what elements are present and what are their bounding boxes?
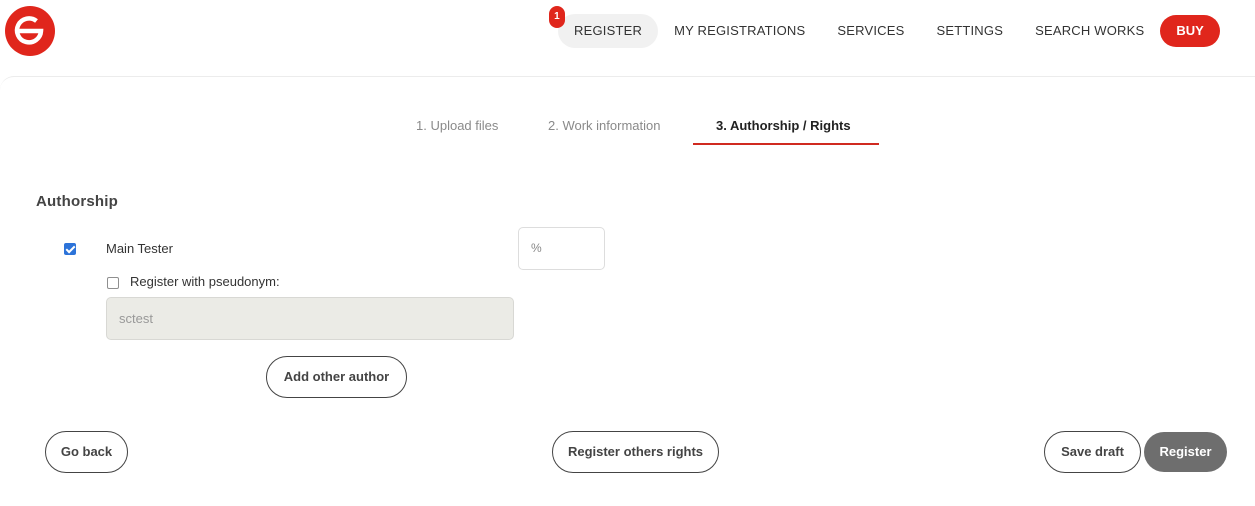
pseudonym-input[interactable]: sctest [106,297,514,340]
step-authorship-rights[interactable]: 3. Authorship / Rights [716,118,851,133]
buy-button[interactable]: BUY [1160,15,1220,47]
pseudonym-label: Register with pseudonym: [130,274,280,289]
nav-register[interactable]: 1 REGISTER [549,6,659,48]
step-upload-files[interactable]: 1. Upload files [416,118,498,133]
main-nav: 1 REGISTER MY REGISTRATIONS SERVICES SET… [549,6,1220,48]
brand-logo[interactable] [5,6,55,56]
nav-register-label: REGISTER [574,23,643,38]
register-count-badge: 1 [549,6,565,28]
go-back-button[interactable]: Go back [45,431,128,473]
nav-settings[interactable]: SETTINGS [920,14,1019,48]
register-others-rights-button[interactable]: Register others rights [552,431,719,473]
active-step-underline [693,143,879,145]
step-tabs: 1. Upload files 2. Work information 3. A… [0,118,1255,148]
section-title: Authorship [36,193,118,210]
step-work-information[interactable]: 2. Work information [548,118,660,133]
main-content: 1. Upload files 2. Work information 3. A… [0,76,1255,506]
save-draft-button[interactable]: Save draft [1044,431,1141,473]
add-other-author-button[interactable]: Add other author [266,356,407,398]
pseudonym-checkbox[interactable] [107,277,119,289]
author-percentage-input[interactable]: % [518,227,605,270]
nav-services[interactable]: SERVICES [821,14,920,48]
top-header: 1 REGISTER MY REGISTRATIONS SERVICES SET… [0,0,1255,76]
author-checkbox[interactable] [64,243,76,255]
author-name: Main Tester [106,241,173,256]
nav-my-registrations[interactable]: MY REGISTRATIONS [658,14,821,48]
register-button[interactable]: Register [1144,432,1227,472]
nav-search-works[interactable]: SEARCH WORKS [1019,14,1160,48]
